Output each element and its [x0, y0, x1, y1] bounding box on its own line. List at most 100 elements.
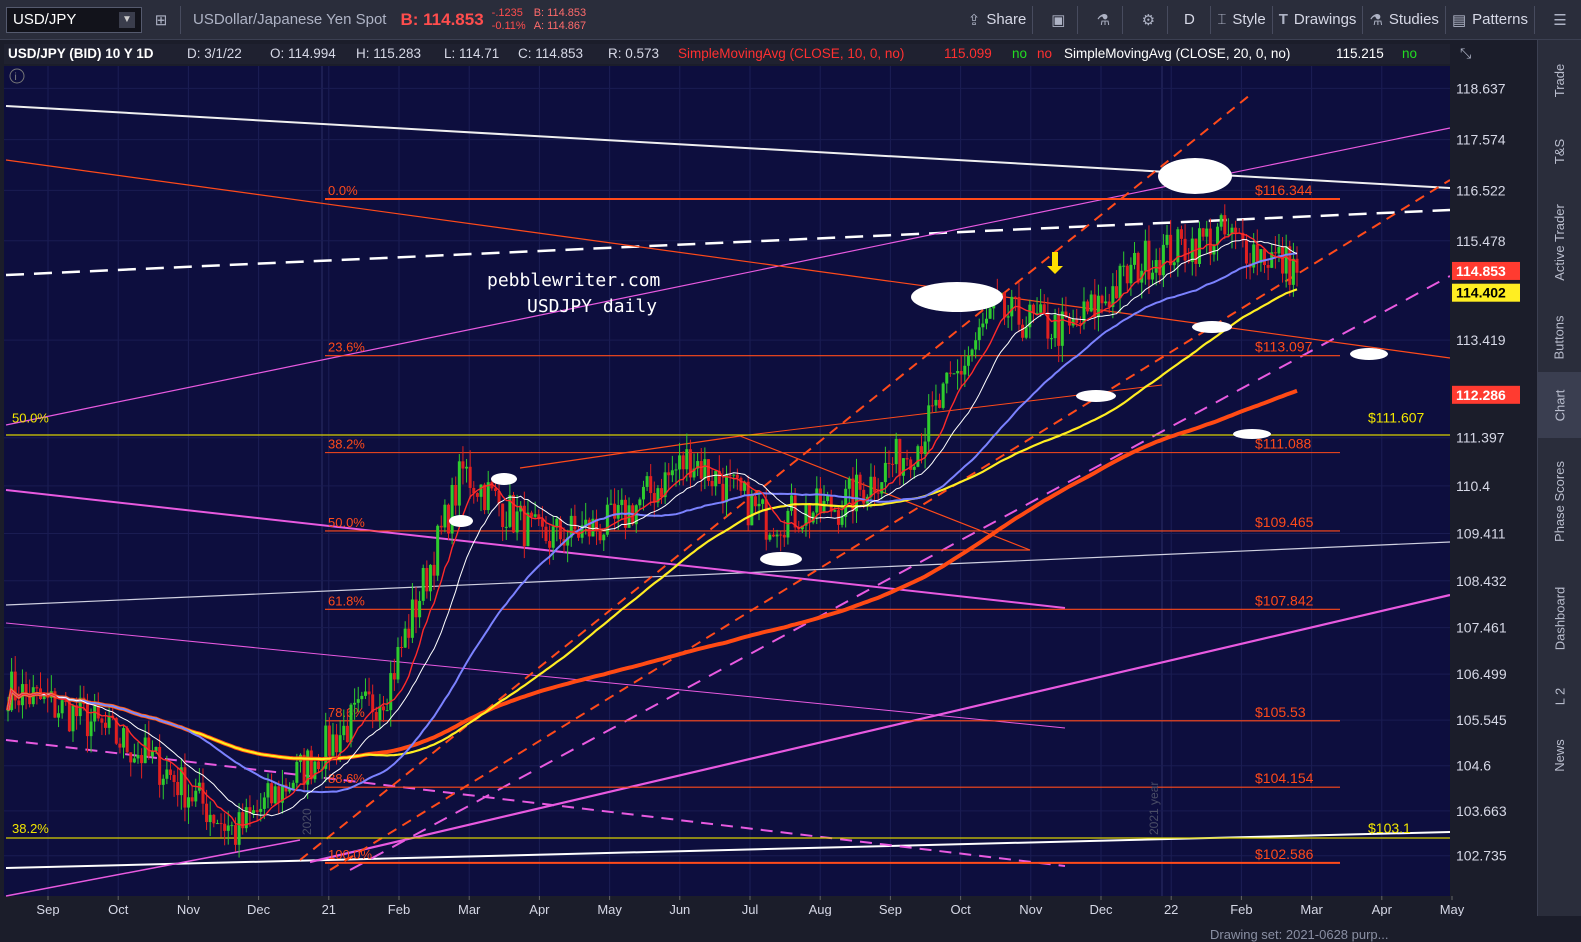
gear-icon[interactable]: ⚙	[1135, 7, 1161, 33]
menu-icon[interactable]: ☰	[1547, 7, 1573, 33]
candle-body	[85, 704, 89, 737]
toolbar-divider	[1271, 5, 1273, 34]
sidebar-tab-phase-scores[interactable]: Phase Scores	[1538, 438, 1581, 564]
candle-body	[977, 327, 981, 341]
drawing-set-status[interactable]: Drawing set: 2021-0628 purp...	[1210, 927, 1389, 942]
candle-body	[345, 725, 349, 743]
symbol-input[interactable]: USD/JPY	[13, 11, 76, 28]
x-tick-label: Jul	[742, 902, 759, 916]
sidebar-tab-l2[interactable]: L 2	[1538, 672, 1581, 720]
drawings-button[interactable]: T Drawings	[1279, 11, 1357, 28]
candle-body	[641, 486, 645, 500]
price-tag-label: 114.402	[1456, 285, 1506, 301]
candle-body	[703, 459, 707, 479]
toolbar-divider	[180, 5, 181, 34]
drawings-label: Drawings	[1293, 11, 1357, 28]
candle-body	[421, 567, 425, 601]
candle-body	[194, 790, 198, 802]
candle-body	[479, 484, 483, 497]
candle-body	[374, 712, 378, 721]
bid-price: B: 114.853	[400, 9, 484, 29]
toolbar-divider	[1032, 5, 1034, 34]
candle-body	[558, 518, 562, 540]
candle-body	[17, 700, 21, 706]
candle-body	[237, 812, 241, 845]
candle-body	[67, 701, 71, 732]
candle-body	[573, 515, 577, 530]
candle-body	[771, 534, 775, 537]
sidebar-tab-label: Trade	[1551, 63, 1567, 97]
candle-body	[382, 706, 386, 711]
candle-body	[959, 371, 963, 375]
candle-body	[317, 761, 321, 770]
period-button[interactable]: D	[1174, 11, 1204, 28]
candle-body	[1219, 215, 1223, 227]
candle-body	[638, 499, 642, 506]
sidebar-tab-active-trader[interactable]: Active Trader	[1538, 182, 1581, 302]
year-marker-2020: 2020	[300, 808, 314, 835]
candle-body	[728, 474, 732, 476]
grid-layout-icon[interactable]: ⊞	[148, 7, 174, 33]
studies-button[interactable]: ⚗ Studies	[1369, 11, 1439, 29]
chart-area[interactable]: 0.0% $116.344 23.6% $113.097 38.2% $111.088 50…	[0, 40, 1537, 942]
candle-body	[609, 503, 613, 505]
candle-body	[1201, 228, 1205, 237]
candle-body	[1183, 238, 1187, 261]
candle-body	[938, 399, 942, 408]
sidebar-tab-chart[interactable]: Chart	[1538, 372, 1581, 438]
candle-body	[418, 600, 422, 618]
candle-body	[428, 564, 432, 592]
screenshot-icon[interactable]: ▣	[1045, 7, 1071, 33]
sidebar-tab-trade[interactable]: Trade	[1538, 40, 1581, 120]
x-tick-label: Jun	[669, 902, 690, 916]
style-button[interactable]: ⌶ Style	[1217, 11, 1265, 28]
candle-body	[259, 808, 263, 812]
candle-body	[172, 774, 176, 782]
candle-body	[1198, 228, 1202, 264]
candle-body	[974, 340, 978, 350]
candle-body	[876, 492, 880, 494]
x-tick-label: Dec	[1089, 902, 1113, 916]
sidebar-tab-news[interactable]: News	[1538, 720, 1581, 790]
sidebar-tab-label: T&S	[1551, 138, 1567, 164]
price-chart[interactable]: 0.0% $116.344 23.6% $113.097 38.2% $111.088 50…	[0, 40, 1537, 916]
candle-body	[168, 769, 172, 775]
symbol-selector[interactable]: USD/JPY ▼	[6, 6, 142, 33]
candle-body	[338, 735, 342, 753]
yellow-level-pct: 38.2%	[12, 821, 49, 836]
sidebar-tab-dashboard[interactable]: Dashboard	[1538, 564, 1581, 672]
fib-level-pct: 100.0%	[328, 847, 373, 862]
sidebar-tab-ts[interactable]: T&S	[1538, 120, 1581, 182]
candle-body	[1021, 324, 1025, 338]
chevron-down-icon[interactable]: ▼	[119, 11, 135, 28]
candle-body	[425, 567, 429, 592]
y-tick-label: 116.522	[1456, 182, 1506, 198]
candle-body	[956, 371, 960, 374]
candle-body	[1129, 264, 1133, 284]
candle-body	[1057, 314, 1061, 346]
flask-icon[interactable]: ⚗	[1090, 7, 1116, 33]
candle-body	[1165, 234, 1169, 245]
candle-body	[620, 499, 624, 506]
annotation-ellipse	[911, 282, 1003, 312]
candle-body	[1053, 314, 1057, 339]
patterns-button[interactable]: ▤ Patterns	[1452, 11, 1528, 29]
candle-body	[1288, 246, 1292, 285]
sidebar-tab-buttons[interactable]: Buttons	[1538, 302, 1581, 372]
candle-body	[291, 782, 295, 789]
share-button[interactable]: ⇪ Share	[968, 11, 1027, 29]
candle-body	[833, 510, 837, 512]
candle-body	[273, 786, 277, 804]
candle-body	[1003, 292, 1007, 318]
collapse-icon[interactable]: ⤡	[1460, 45, 1471, 61]
fib-level-price: $111.088	[1255, 436, 1312, 452]
candle-body	[602, 534, 606, 541]
candle-body	[764, 499, 768, 540]
candle-body	[1284, 246, 1288, 274]
patterns-label: Patterns	[1472, 11, 1528, 28]
candle-body	[360, 695, 364, 700]
candle-body	[649, 476, 653, 494]
candle-body	[916, 446, 920, 467]
candle-body	[948, 372, 952, 374]
header-no-1: no	[1012, 46, 1027, 61]
